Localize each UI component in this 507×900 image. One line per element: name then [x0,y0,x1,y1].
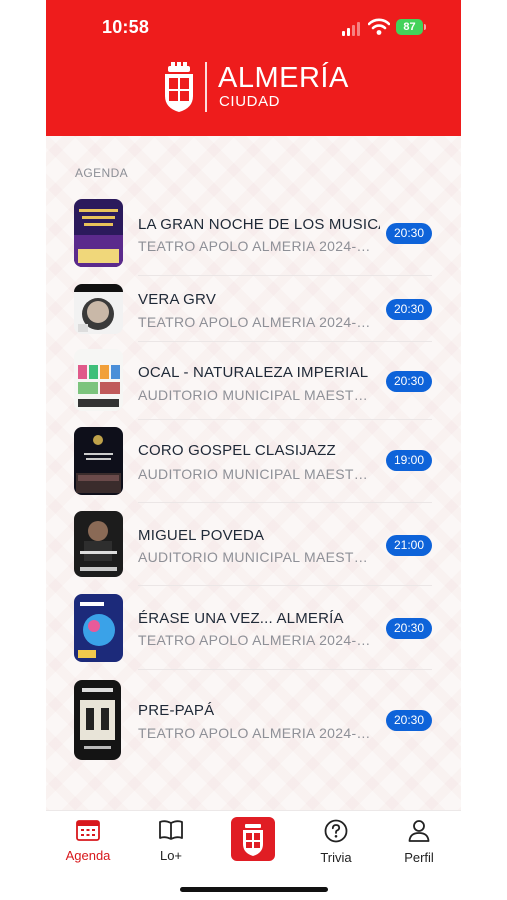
book-icon [159,820,183,840]
event-poster [74,680,121,760]
event-row[interactable]: CORO GOSPEL CLASIJAZZ AUDITORIO MUNICIPA… [74,420,432,503]
battery-icon: 87 [396,19,423,35]
event-time-badge: 20:30 [386,618,432,639]
tab-perfil[interactable]: Perfil [384,819,454,865]
tab-home-crest[interactable] [218,817,288,868]
battery-tip [424,24,426,30]
event-title: OCAL - NATURALEZA IMPERIAL [138,364,369,381]
section-label: AGENDA [75,166,129,180]
event-time-badge: 20:30 [386,223,432,244]
event-venue-date: AUDITORIO MUNICIPAL MAESTRO... [138,387,374,403]
event-row[interactable]: PRE-PAPÁ TEATRO APOLO ALMERIA 2024-07-..… [74,670,432,770]
event-time-badge: 20:30 [386,299,432,320]
event-poster [74,427,123,495]
event-time-badge: 21:00 [386,535,432,556]
tab-label: Lo+ [159,848,183,863]
event-title: PRE-PAPÁ [138,702,215,719]
event-title: MIGUEL POVEDA [138,527,265,544]
signal-icon [342,22,360,36]
crest-logo-icon [165,62,193,112]
event-row[interactable]: LA GRAN NOCHE DE LOS MUSICALES TEATRO AP… [74,192,432,276]
calendar-icon [76,820,100,841]
event-poster [74,511,123,577]
status-time: 10:58 [102,17,150,37]
event-time-badge: 20:30 [386,710,432,731]
event-poster [74,349,123,411]
event-row[interactable]: MIGUEL POVEDA AUDITORIO MUNICIPAL MAESTR… [74,503,432,586]
event-venue-date: TEATRO APOLO ALMERIA 2024-06-... [138,632,374,648]
tab-agenda[interactable]: Agenda [53,819,123,863]
wifi-icon [368,18,390,35]
event-poster [74,199,123,267]
logo-divider [205,62,207,112]
tab-label: Agenda [65,848,111,863]
city-subtitle: CIUDAD [219,93,281,110]
event-title: VERA GRV [138,291,217,308]
event-title: CORO GOSPEL CLASIJAZZ [138,442,336,459]
event-venue-date: TEATRO APOLO ALMERIA 2024-07-... [138,725,374,741]
event-row[interactable]: OCAL - NATURALEZA IMPERIAL AUDITORIO MUN… [74,342,432,420]
tab-label: Trivia [320,850,352,865]
event-row[interactable]: ÉRASE UNA VEZ... ALMERÍA TEATRO APOLO AL… [74,586,432,670]
tab-label: Perfil [404,850,434,865]
event-venue-date: AUDITORIO MUNICIPAL MAESTRO... [138,466,374,482]
app-screen: 10:58 87 ALMERÍA CIUDAD AGENDA LA GRAN N… [46,0,461,900]
person-icon [408,820,430,842]
tab-trivia[interactable]: Trivia [301,819,371,865]
event-poster [74,594,123,662]
event-title: ÉRASE UNA VEZ... ALMERÍA [138,610,344,627]
event-time-badge: 19:00 [386,450,432,471]
tab-lo-mas[interactable]: Lo+ [136,819,206,863]
event-title: LA GRAN NOCHE DE LOS MUSICALES [138,216,380,233]
event-poster [74,284,123,334]
event-venue-date: TEATRO APOLO ALMERIA 2024-06-... [138,238,374,254]
city-name: ALMERÍA [218,62,349,94]
crest-icon [231,817,275,861]
event-venue-date: AUDITORIO MUNICIPAL MAESTRO... [138,549,374,565]
app-header: 10:58 87 ALMERÍA CIUDAD [46,0,461,136]
event-venue-date: TEATRO APOLO ALMERIA 2024-06-... [138,314,374,330]
home-indicator [180,887,328,892]
event-time-badge: 20:30 [386,371,432,392]
question-icon [324,819,348,843]
event-row[interactable]: VERA GRV TEATRO APOLO ALMERIA 2024-06-..… [74,276,432,342]
